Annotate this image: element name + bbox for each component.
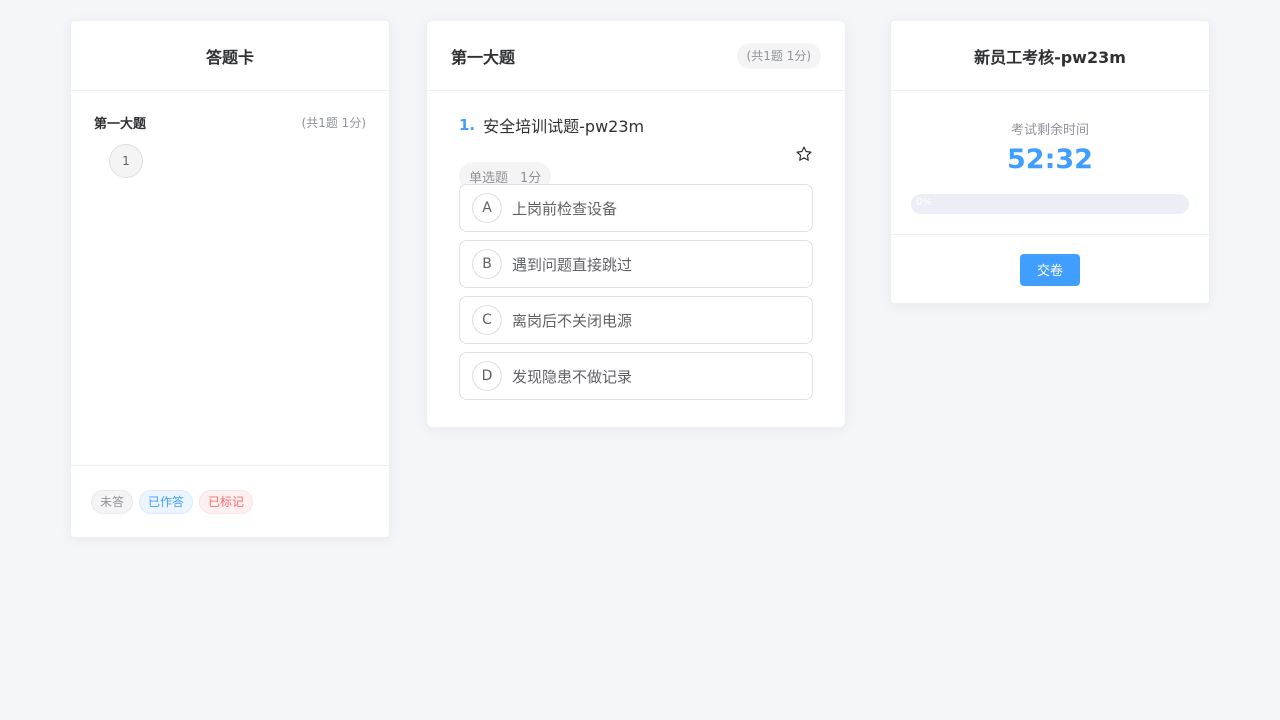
option-key: C — [472, 305, 502, 335]
option-key: B — [472, 249, 502, 279]
options-list: A 上岗前检查设备 B 遇到问题直接跳过 C 离岗后不关闭电源 D 发现隐患不做… — [459, 184, 813, 408]
question-index: 1. — [459, 116, 476, 134]
section-count: (共1题 1分) — [301, 116, 366, 130]
section-count-badge: (共1题 1分) — [736, 42, 821, 69]
question-card: 第一大题 (共1题 1分) 1. 安全培训试题-pw23m 单选题 1分 A 上… — [426, 20, 846, 428]
legend-unanswered: 未答 — [91, 489, 134, 514]
section-title: 第一大题 — [94, 117, 147, 132]
exam-info-card: 新员工考核-pw23m 考试剩余时间 52:32 0% 交卷 — [890, 20, 1210, 304]
legend-answered: 已作答 — [139, 489, 194, 514]
answer-sheet-legend: 未答 已作答 已标记 — [71, 465, 389, 537]
question-text: 安全培训试题-pw23m — [483, 117, 645, 136]
question-type: 单选题 — [469, 170, 509, 186]
answer-sheet-section-header: 第一大题 (共1题 1分) — [94, 113, 366, 132]
exam-actions: 交卷 — [891, 234, 1209, 304]
time-remaining-value: 52:32 — [1007, 144, 1093, 175]
time-remaining-label: 考试剩余时间 — [1010, 123, 1089, 138]
option-b[interactable]: B 遇到问题直接跳过 — [459, 240, 813, 288]
progress-text: 0% — [916, 197, 932, 208]
answer-sheet-title: 答题卡 — [71, 21, 389, 91]
exam-title: 新员工考核-pw23m — [891, 21, 1209, 91]
option-text: 离岗后不关闭电源 — [512, 311, 633, 330]
question-card-header: 第一大题 (共1题 1分) — [427, 21, 845, 91]
option-text: 上岗前检查设备 — [512, 199, 618, 218]
question-title: 1. 安全培训试题-pw23m — [459, 113, 644, 137]
question-number-button[interactable]: 1 — [109, 144, 143, 178]
option-text: 遇到问题直接跳过 — [512, 255, 633, 274]
option-c[interactable]: C 离岗后不关闭电源 — [459, 296, 813, 344]
question-score: 1分 — [520, 170, 542, 186]
progress-bar: 0% — [911, 194, 1189, 214]
legend-marked: 已标记 — [199, 489, 254, 514]
option-d[interactable]: D 发现隐患不做记录 — [459, 352, 813, 400]
answer-sheet-card: 答题卡 第一大题 (共1题 1分) 1 未答 已作答 已标记 — [70, 20, 390, 538]
star-outline-icon[interactable] — [795, 145, 813, 163]
submit-exam-button[interactable]: 交卷 — [1020, 253, 1080, 286]
option-key: D — [472, 361, 502, 391]
option-key: A — [472, 193, 502, 223]
section-title: 第一大题 — [451, 47, 516, 67]
option-text: 发现隐患不做记录 — [512, 367, 633, 386]
option-a[interactable]: A 上岗前检查设备 — [459, 184, 813, 232]
